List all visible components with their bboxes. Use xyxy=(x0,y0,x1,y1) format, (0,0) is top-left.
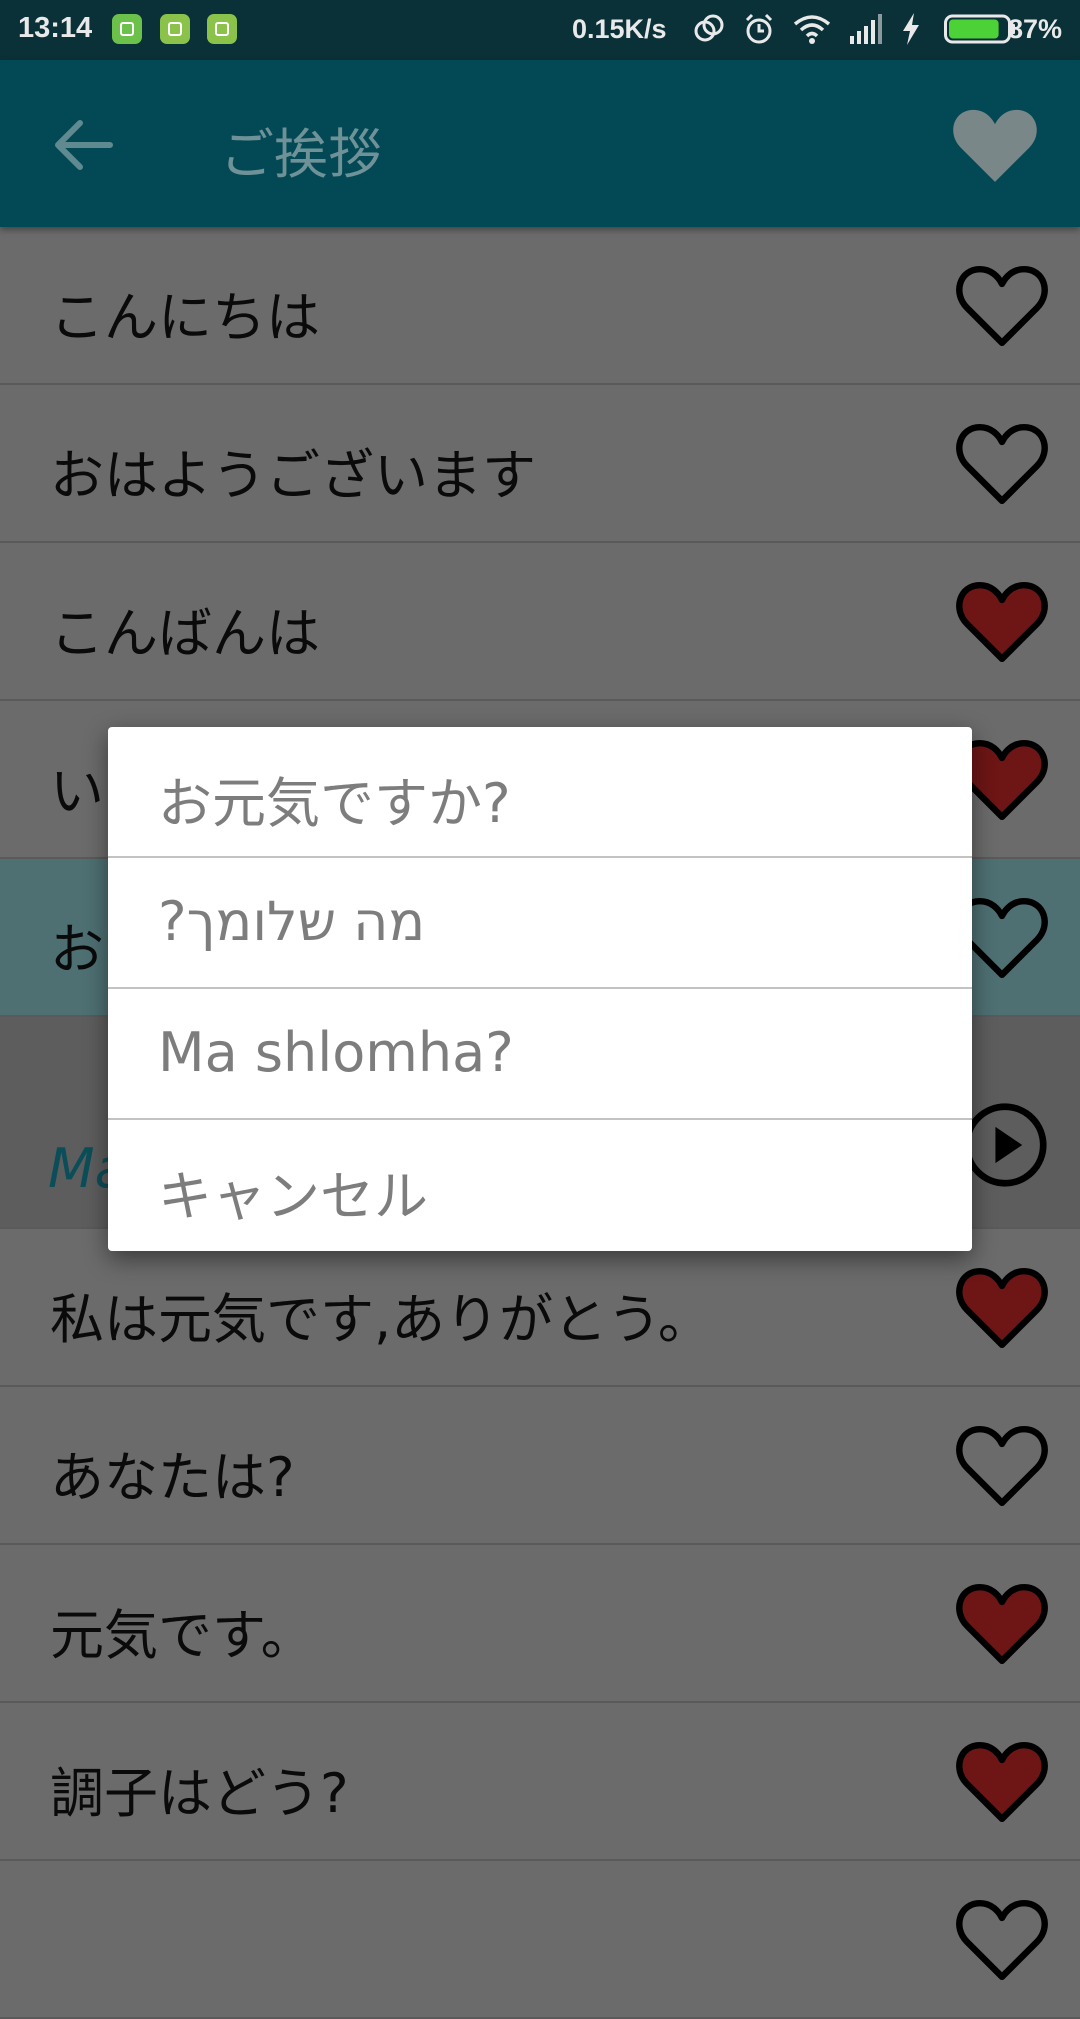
phrase-text: あなたは? xyxy=(50,1446,295,1509)
list-item[interactable]: あなたは? xyxy=(0,1387,1080,1545)
phrase-text: こんにちは xyxy=(50,286,320,349)
list-item[interactable]: 元気です。 xyxy=(0,1545,1080,1703)
battery-percent: 87% xyxy=(1008,14,1063,44)
phrase-text: こんばんは xyxy=(50,602,320,665)
page-title: ご挨拶 xyxy=(220,123,382,186)
heart-filled-icon[interactable] xyxy=(956,1265,1048,1351)
dialog-option-transliteration[interactable]: Ma shlomha? xyxy=(108,989,972,1120)
status-bar: 13:14 0.15K/s 87% xyxy=(0,0,1080,60)
net-speed: 0.15K/s xyxy=(572,14,667,44)
dialog-option-label: Ma shlomha? xyxy=(158,1021,514,1084)
heart-filled-icon[interactable] xyxy=(956,579,1048,665)
list-item[interactable] xyxy=(0,1861,1080,2019)
wifi-icon xyxy=(793,15,831,44)
heart-icon xyxy=(953,109,1037,182)
phrase-text: お xyxy=(50,918,104,981)
list-item[interactable]: こんにちは xyxy=(0,227,1080,385)
dialog-option-phrase[interactable]: お元気ですか? xyxy=(108,727,972,858)
dialog-option-label: キャンセル xyxy=(158,1165,428,1228)
app-bar: ご挨拶 xyxy=(0,60,1080,227)
heart-filled-icon[interactable] xyxy=(956,1739,1048,1825)
back-button[interactable] xyxy=(48,115,118,175)
dialog-option-translation[interactable]: מה שלומך? xyxy=(108,858,972,989)
dialog-cancel-button[interactable]: キャンセル xyxy=(108,1120,972,1251)
heart-outline-icon[interactable] xyxy=(956,421,1048,507)
heart-outline-icon[interactable] xyxy=(956,1897,1048,1983)
phrase-text: 私は元気です,ありがとう。 xyxy=(50,1288,712,1351)
favorites-button[interactable] xyxy=(950,100,1040,190)
alarm-icon xyxy=(745,13,773,44)
charging-icon xyxy=(903,13,919,45)
heart-filled-icon[interactable] xyxy=(956,1581,1048,1667)
phrase-text: 元気です。 xyxy=(50,1604,315,1667)
list-item[interactable]: 調子はどう? xyxy=(0,1703,1080,1861)
dialog-option-label: お元気ですか? xyxy=(158,772,511,835)
arrow-back-icon xyxy=(55,120,113,170)
dialog-option-label: מה שלומך? xyxy=(158,890,426,953)
phrase-text: い xyxy=(50,760,104,823)
sim-card-icon xyxy=(160,14,190,44)
options-dialog: お元気ですか? מה שלומך? Ma shlomha? キャンセル xyxy=(108,727,972,1251)
phrase-text: おはようございます xyxy=(50,444,536,507)
android-icon xyxy=(207,14,237,44)
list-item[interactable]: おはようございます xyxy=(0,385,1080,543)
list-item[interactable]: こんばんは xyxy=(0,543,1080,701)
status-time: 13:14 xyxy=(18,12,93,44)
heart-outline-icon[interactable] xyxy=(956,1423,1048,1509)
signal-icon xyxy=(850,14,882,44)
line-icon xyxy=(112,14,142,44)
list-item[interactable]: 私は元気です,ありがとう。 xyxy=(0,1229,1080,1387)
play-circle-icon[interactable] xyxy=(962,1102,1048,1188)
phrase-text: 調子はどう? xyxy=(50,1762,349,1825)
sync-icon xyxy=(694,14,724,42)
heart-outline-icon[interactable] xyxy=(956,263,1048,349)
